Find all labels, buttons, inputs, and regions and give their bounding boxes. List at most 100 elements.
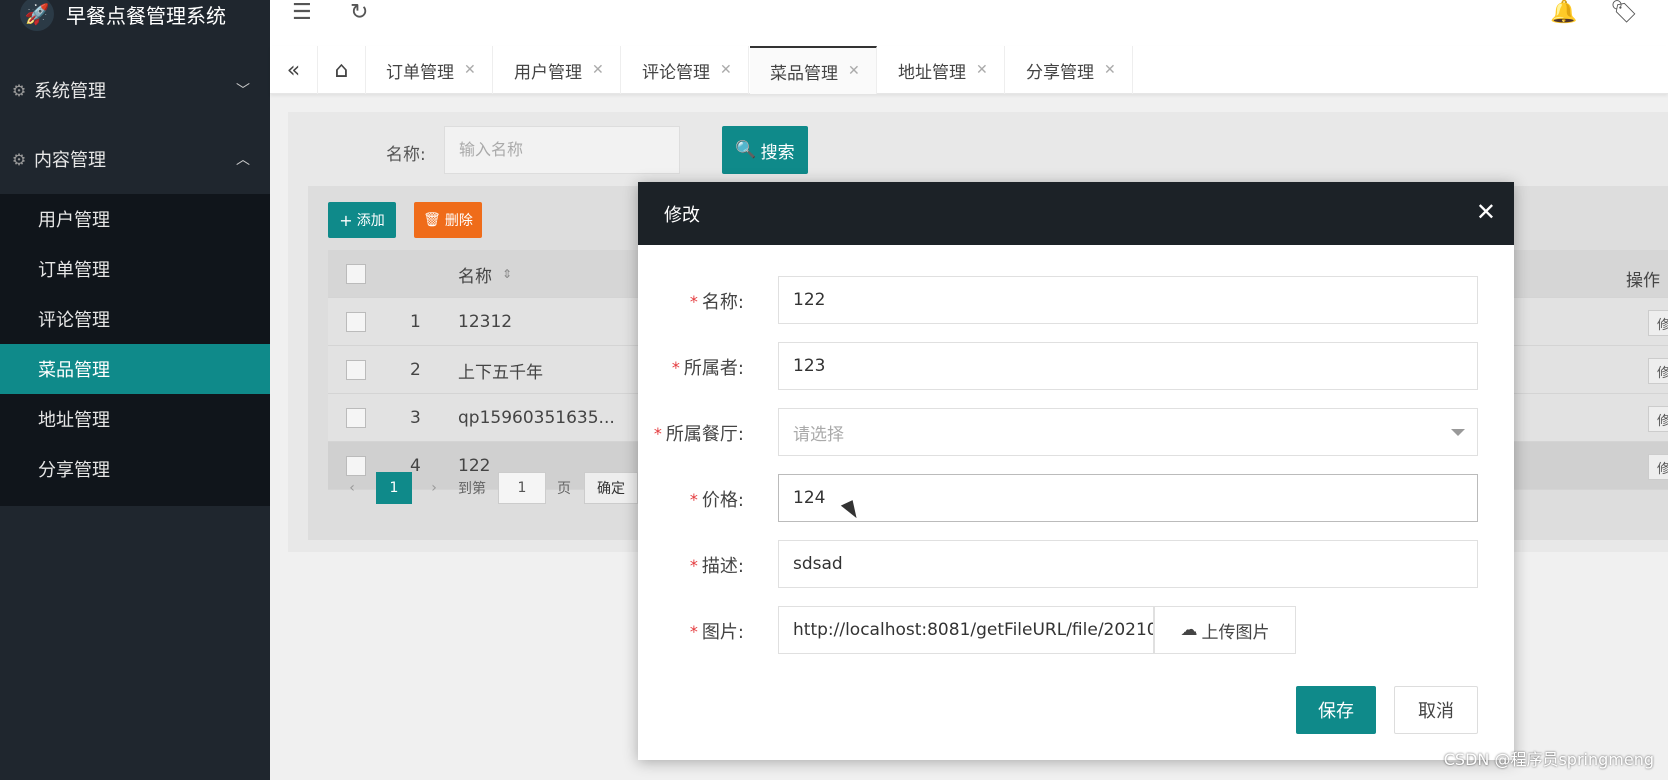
search-icon: 🔍 bbox=[735, 140, 757, 160]
close-icon[interactable]: ✕ bbox=[976, 62, 988, 78]
trash-icon: 🗑 bbox=[423, 212, 441, 228]
tab-orders[interactable]: 订单管理 ✕ bbox=[366, 46, 493, 94]
close-icon[interactable]: ✕ bbox=[592, 62, 604, 78]
column-header-name[interactable]: 名称 ⇕ bbox=[458, 250, 512, 298]
gear-icon: ⚙ bbox=[11, 149, 27, 169]
watermark: CSDN @程序员springmeng bbox=[1443, 750, 1654, 769]
select-all-checkbox[interactable] bbox=[346, 264, 366, 284]
field-label: * 价格: bbox=[689, 489, 744, 512]
sidebar-item-addresses[interactable]: 地址管理 bbox=[0, 394, 270, 444]
add-button[interactable]: + 添加 bbox=[328, 202, 396, 238]
owner-field[interactable]: 123 bbox=[778, 342, 1478, 390]
page-1-button[interactable]: 1 bbox=[376, 472, 412, 504]
tab-label: 地址管理 bbox=[898, 62, 966, 83]
row-name: 12312 bbox=[458, 312, 513, 332]
search-label: 名称: bbox=[386, 145, 426, 165]
search-input[interactable]: 输入名称 bbox=[444, 126, 680, 174]
goto-confirm-button[interactable]: 确定 bbox=[584, 472, 638, 504]
sidebar-item-shares[interactable]: 分享管理 bbox=[0, 444, 270, 494]
upload-image-button[interactable]: ☁ 上传图片 bbox=[1154, 606, 1296, 654]
close-icon[interactable]: ✕ bbox=[848, 63, 860, 79]
tab-shares[interactable]: 分享管理 ✕ bbox=[1006, 46, 1133, 94]
tabs-scroll-left-icon[interactable]: « bbox=[270, 46, 318, 94]
bell-icon[interactable]: 🔔 bbox=[1550, 0, 1577, 25]
plus-icon: + bbox=[339, 210, 353, 230]
gear-icon: ⚙ bbox=[11, 80, 27, 100]
row-name: qp15960351635... bbox=[458, 408, 615, 428]
prev-page-icon[interactable]: ‹ bbox=[342, 472, 362, 504]
description-field[interactable]: sdsad bbox=[778, 540, 1478, 588]
tab-bar: « ⌂ 订单管理 ✕ 用户管理 ✕ 评论管理 ✕ 菜品管理 ✕ 地址管理 ✕ 分享管理 ✕ bbox=[270, 46, 1668, 94]
sidebar-item-comments[interactable]: 评论管理 bbox=[0, 294, 270, 344]
close-icon[interactable]: ✕ bbox=[1476, 200, 1496, 224]
tab-users[interactable]: 用户管理 ✕ bbox=[494, 46, 621, 94]
close-icon[interactable]: ✕ bbox=[720, 62, 732, 78]
delete-button[interactable]: 🗑 删除 bbox=[414, 202, 482, 238]
price-field[interactable]: 124 bbox=[778, 474, 1478, 522]
app-logo: 🚀 早餐点餐管理系统 bbox=[0, 0, 270, 36]
chevron-down-icon bbox=[1451, 429, 1465, 436]
column-header-label: 名称 bbox=[458, 266, 492, 287]
row-name: 上下五千年 bbox=[458, 362, 543, 383]
tab-dishes[interactable]: 菜品管理 ✕ bbox=[750, 46, 877, 94]
close-icon[interactable]: ✕ bbox=[464, 62, 476, 78]
field-label: * 所属者: bbox=[671, 357, 744, 380]
goto-label: 到第 bbox=[458, 481, 486, 497]
tab-label: 用户管理 bbox=[514, 62, 582, 83]
sidebar-item-users[interactable]: 用户管理 bbox=[0, 194, 270, 244]
page-label: 页 bbox=[557, 481, 571, 497]
name-field[interactable]: 122 bbox=[778, 276, 1478, 324]
row-edit-button[interactable]: 修改 bbox=[1648, 454, 1668, 480]
image-url-field[interactable]: http://localhost:8081/getFileURL/file/20… bbox=[778, 606, 1154, 654]
row-edit-button[interactable]: 修改 bbox=[1648, 358, 1668, 384]
sidebar-group-system[interactable]: ⚙ 系统管理 ﹀ bbox=[0, 58, 270, 122]
search-button[interactable]: 🔍 搜索 bbox=[722, 126, 808, 174]
cloud-upload-icon: ☁ bbox=[1180, 620, 1198, 640]
tag-icon[interactable]: 🏷 bbox=[1610, 0, 1638, 25]
save-button[interactable]: 保存 bbox=[1296, 686, 1376, 734]
sidebar-group-content[interactable]: ⚙ 内容管理 ︿ bbox=[0, 127, 270, 191]
form-row-price: * 价格: 124 bbox=[638, 474, 1514, 524]
form-row-restaurant: * 所属餐厅: 请选择 bbox=[638, 408, 1514, 458]
tab-comments[interactable]: 评论管理 ✕ bbox=[622, 46, 749, 94]
form-row-owner: * 所属者: 123 bbox=[638, 342, 1514, 392]
sidebar-item-dishes[interactable]: 菜品管理 bbox=[0, 344, 270, 394]
form-row-image: * 图片: http://localhost:8081/getFileURL/fi… bbox=[638, 606, 1514, 656]
tab-label: 评论管理 bbox=[642, 62, 710, 83]
tab-addresses[interactable]: 地址管理 ✕ bbox=[878, 46, 1005, 94]
sort-icon[interactable]: ⇕ bbox=[502, 267, 512, 281]
next-page-icon[interactable]: › bbox=[424, 472, 444, 504]
field-label: * 图片: bbox=[689, 621, 744, 644]
restaurant-select[interactable]: 请选择 bbox=[778, 408, 1478, 456]
row-index: 3 bbox=[410, 408, 421, 428]
form-row-description: * 描述: sdsad bbox=[638, 540, 1514, 590]
tab-label: 订单管理 bbox=[386, 62, 454, 83]
rocket-icon: 🚀 bbox=[20, 0, 54, 31]
dialog-header: 修改 ✕ bbox=[638, 182, 1514, 245]
cancel-button[interactable]: 取消 bbox=[1394, 686, 1478, 734]
menu-fold-icon[interactable]: ☰ bbox=[292, 0, 312, 25]
search-button-label: 搜索 bbox=[760, 142, 795, 163]
edit-dialog: 修改 ✕ * 名称: 122 * 所属者: 123 * 所属餐厅: 请选择 * 价格: … bbox=[638, 182, 1514, 760]
top-header: ☰ ↻ 🔔 🏷 bbox=[270, 0, 1668, 46]
row-checkbox[interactable] bbox=[346, 360, 366, 380]
sidebar-item-orders[interactable]: 订单管理 bbox=[0, 244, 270, 294]
row-checkbox[interactable] bbox=[346, 312, 366, 332]
home-icon[interactable]: ⌂ bbox=[318, 46, 366, 94]
row-edit-button[interactable]: 修改 bbox=[1648, 406, 1668, 432]
sidebar-group-label: 内容管理 bbox=[34, 150, 106, 171]
sidebar-group-label: 系统管理 bbox=[34, 81, 106, 102]
field-label: * 名称: bbox=[689, 291, 744, 314]
row-index: 2 bbox=[410, 360, 421, 380]
column-header-ops: 操作 bbox=[1626, 271, 1660, 291]
goto-page-input[interactable]: 1 bbox=[498, 472, 546, 504]
delete-button-label: 删除 bbox=[444, 213, 473, 229]
form-row-name: * 名称: 122 bbox=[638, 276, 1514, 326]
row-index: 1 bbox=[410, 312, 421, 332]
row-edit-button[interactable]: 修改 bbox=[1648, 310, 1668, 336]
dialog-title: 修改 bbox=[664, 204, 700, 226]
add-button-label: 添加 bbox=[356, 213, 385, 229]
close-icon[interactable]: ✕ bbox=[1104, 62, 1116, 78]
row-checkbox[interactable] bbox=[346, 408, 366, 428]
refresh-icon[interactable]: ↻ bbox=[350, 0, 368, 25]
